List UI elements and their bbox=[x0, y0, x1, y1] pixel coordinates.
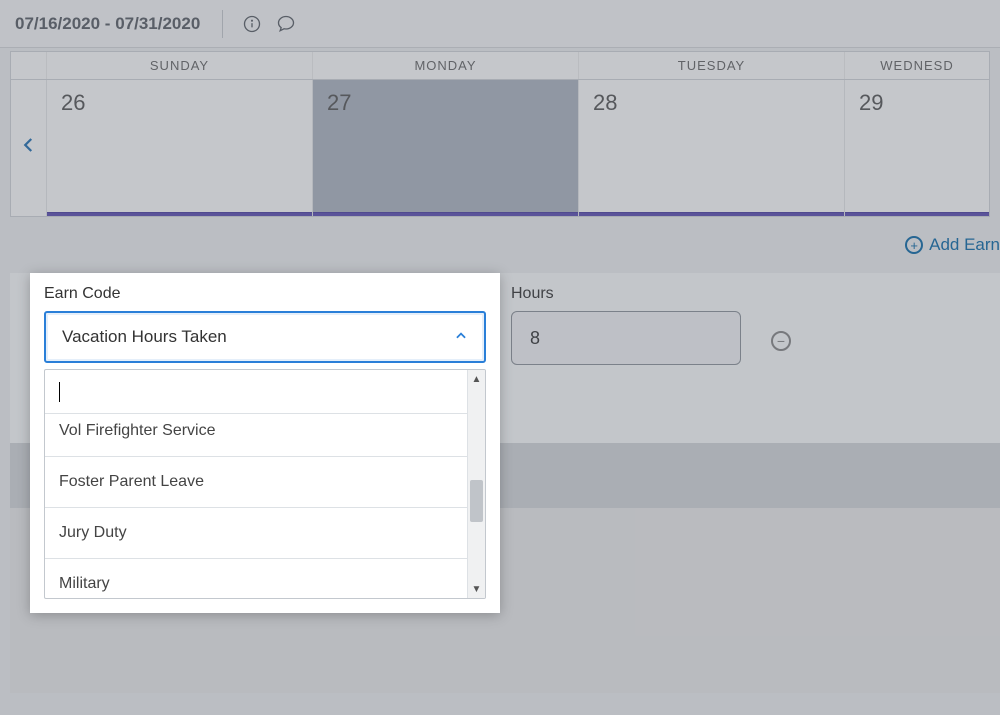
hours-value: 8 bbox=[530, 328, 540, 349]
day-underline bbox=[845, 212, 989, 216]
info-icon[interactable] bbox=[241, 13, 263, 35]
day-header-sunday: SUNDAY bbox=[47, 52, 313, 79]
earn-code-option[interactable]: Foster Parent Leave bbox=[45, 457, 467, 508]
day-number: 27 bbox=[327, 90, 564, 116]
divider bbox=[222, 10, 223, 38]
hours-label: Hours bbox=[511, 285, 741, 303]
calendar-cell-27[interactable]: 27 bbox=[313, 80, 579, 216]
day-underline bbox=[313, 212, 578, 216]
day-header-monday: MONDAY bbox=[313, 52, 579, 79]
previous-week-button[interactable] bbox=[20, 132, 38, 165]
earn-code-select[interactable]: Vacation Hours Taken bbox=[44, 311, 486, 363]
earn-code-option[interactable]: Military bbox=[45, 559, 467, 599]
calendar-cell-29[interactable]: 29 bbox=[845, 80, 989, 216]
hours-input[interactable]: 8 bbox=[511, 311, 741, 365]
scrollbar[interactable]: ▲ ▼ bbox=[467, 370, 485, 598]
text-cursor bbox=[59, 382, 60, 402]
scroll-down-icon[interactable]: ▼ bbox=[468, 580, 485, 598]
scroll-up-icon[interactable]: ▲ bbox=[468, 370, 485, 388]
day-underline bbox=[579, 212, 844, 216]
calendar-day-headers: SUNDAY MONDAY TUESDAY WEDNESD bbox=[10, 51, 990, 79]
day-header-tuesday: TUESDAY bbox=[579, 52, 845, 79]
day-number: 29 bbox=[859, 90, 975, 116]
earn-code-option-list: Vol Firefighter Service Foster Parent Le… bbox=[44, 369, 486, 599]
earn-code-label: Earn Code bbox=[44, 285, 486, 303]
remove-entry-button[interactable]: − bbox=[771, 331, 791, 351]
day-number: 26 bbox=[61, 90, 298, 116]
day-number: 28 bbox=[593, 90, 830, 116]
earn-code-selected-value: Vacation Hours Taken bbox=[62, 327, 227, 347]
earn-code-option[interactable]: Vol Firefighter Service bbox=[45, 414, 467, 457]
earn-code-option[interactable]: Jury Duty bbox=[45, 508, 467, 559]
calendar-cell-26[interactable]: 26 bbox=[47, 80, 313, 216]
date-range[interactable]: 07/16/2020 - 07/31/2020 bbox=[15, 14, 200, 34]
earn-code-dropdown-card: Earn Code Vacation Hours Taken Vol Firef… bbox=[30, 273, 500, 613]
add-earn-label: Add Earn bbox=[929, 235, 1000, 255]
plus-circle-icon: + bbox=[905, 236, 923, 254]
earn-code-search-input[interactable] bbox=[45, 370, 467, 414]
day-header-wednesday: WEDNESD bbox=[845, 52, 989, 79]
chevron-up-icon bbox=[454, 329, 468, 346]
day-underline bbox=[47, 212, 312, 216]
calendar-cell-28[interactable]: 28 bbox=[579, 80, 845, 216]
comment-icon[interactable] bbox=[275, 13, 297, 35]
add-earn-button[interactable]: + Add Earn bbox=[905, 235, 1000, 255]
scroll-thumb[interactable] bbox=[470, 480, 483, 522]
